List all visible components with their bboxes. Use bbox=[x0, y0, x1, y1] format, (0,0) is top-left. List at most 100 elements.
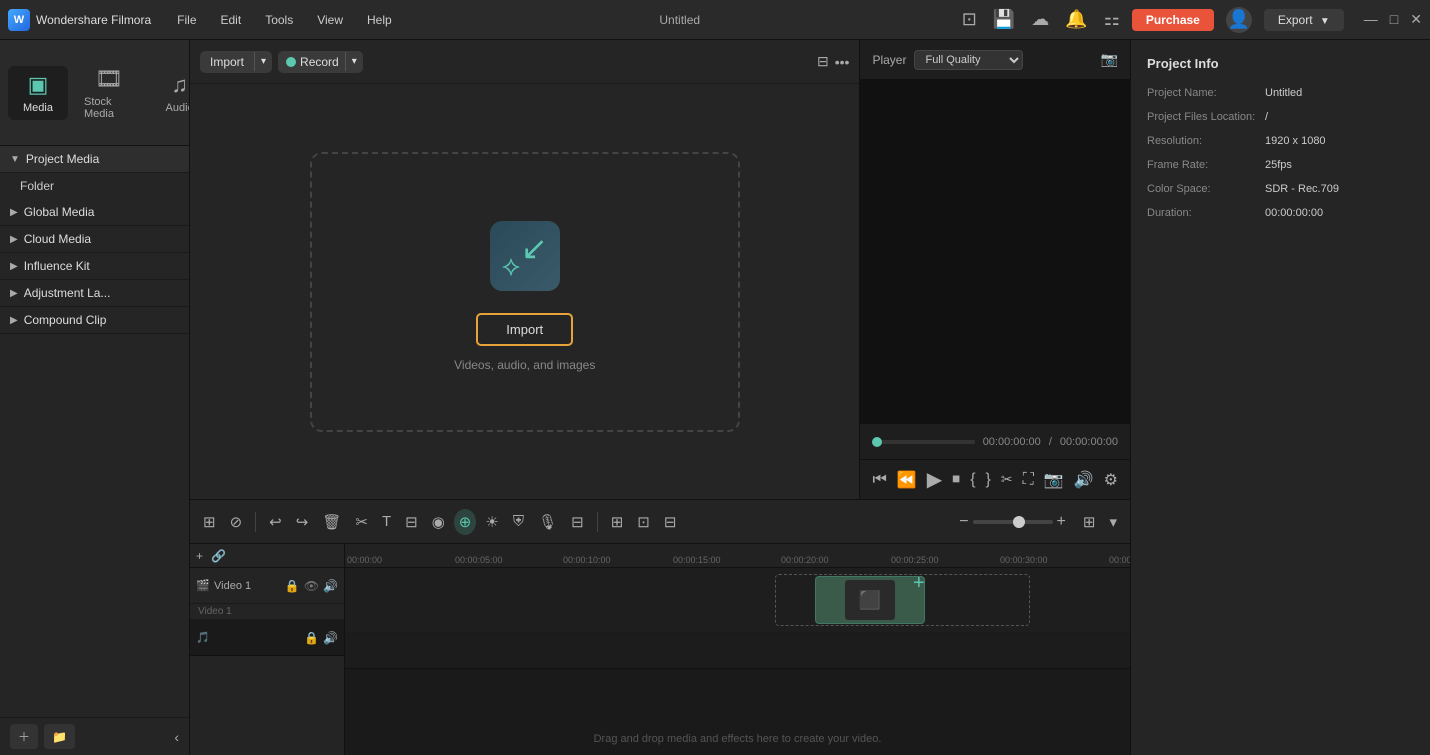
filter-icon[interactable]: ⊟ bbox=[817, 53, 829, 70]
audio-tab-icon: ♫ bbox=[171, 72, 188, 98]
camera-button[interactable]: 📷 bbox=[1044, 470, 1064, 490]
purchase-button[interactable]: Purchase bbox=[1132, 9, 1214, 31]
fullscreen-button[interactable]: ⛶ bbox=[1023, 471, 1034, 489]
sidebar-item-project-media[interactable]: ▼ Project Media bbox=[0, 146, 189, 173]
crop-button[interactable]: ⊟ bbox=[400, 509, 423, 535]
progress-handle[interactable] bbox=[872, 437, 882, 447]
maximize-button[interactable]: □ bbox=[1390, 11, 1398, 28]
video1-eye-icon[interactable]: 👁 bbox=[304, 579, 319, 593]
menu-edit[interactable]: Edit bbox=[211, 9, 252, 31]
volume-button[interactable]: 🔊 bbox=[1074, 470, 1094, 490]
timeline-toolbar: ⊞ ⊘ ↩ ↪ 🗑 ✂ T ⊟ ◉ ⊕ ☀ ⛨ 🎙 ⊟ ⊞ ⊡ ⊟ bbox=[190, 500, 1130, 544]
stop-button[interactable]: ⏹ bbox=[952, 471, 960, 489]
media-toolbar-right: ⊟ ••• bbox=[817, 53, 849, 70]
sidebar-item-global-media[interactable]: ▶ Global Media bbox=[0, 199, 189, 226]
time-separator: / bbox=[1049, 436, 1052, 448]
frame-rate-row: Frame Rate: 25fps bbox=[1147, 159, 1414, 171]
clip-button[interactable]: ✂ bbox=[1001, 471, 1013, 488]
sidebar-item-influence-kit[interactable]: ▶ Influence Kit bbox=[0, 253, 189, 280]
more-options-icon[interactable]: ••• bbox=[835, 54, 850, 70]
save-icon[interactable]: 💾 bbox=[993, 9, 1015, 30]
import-button[interactable]: Import bbox=[200, 51, 254, 73]
text-button[interactable]: T bbox=[377, 509, 396, 534]
mark-in-button[interactable]: { bbox=[970, 471, 975, 489]
color-space-value: SDR - Rec.709 bbox=[1265, 183, 1339, 195]
zoom-track[interactable] bbox=[973, 520, 1053, 524]
video1-mute-icon[interactable]: 🔊 bbox=[323, 579, 338, 593]
monitor-icon[interactable]: ⊡ bbox=[962, 9, 977, 30]
mark-out-button[interactable]: } bbox=[986, 471, 991, 489]
project-info-title: Project Info bbox=[1147, 56, 1414, 71]
video1-track-header: 🎬 Video 1 🔒 👁 🔊 bbox=[190, 568, 344, 604]
zoom-thumb[interactable] bbox=[1013, 516, 1025, 528]
grid-view-button[interactable]: ⊞ bbox=[1078, 509, 1101, 535]
redo-button[interactable]: ↪ bbox=[291, 509, 314, 535]
link-button[interactable]: 🔗 bbox=[211, 549, 226, 563]
cloud-upload-icon[interactable]: ☁ bbox=[1031, 9, 1049, 30]
progress-bar[interactable] bbox=[872, 440, 974, 444]
menu-file[interactable]: File bbox=[167, 9, 206, 31]
video1-lock-icon[interactable]: 🔒 bbox=[285, 579, 300, 593]
audio1-lock-icon[interactable]: 🔒 bbox=[304, 631, 319, 645]
record-dropdown-arrow[interactable]: ▾ bbox=[345, 52, 363, 71]
center-top-row: Import ▾ Record ▾ ⊟ ••• bbox=[190, 40, 1130, 500]
magnet-button[interactable]: ⊘ bbox=[225, 509, 248, 535]
undo-button[interactable]: ↩ bbox=[264, 509, 287, 535]
grid-icon[interactable]: ⚏ bbox=[1104, 9, 1120, 30]
video1-track-label: Video 1 bbox=[214, 580, 251, 592]
speed-button[interactable]: ☀ bbox=[480, 509, 503, 535]
sidebar-item-folder[interactable]: Folder bbox=[0, 173, 189, 199]
more-timeline-button[interactable]: ▾ bbox=[1104, 509, 1122, 535]
sidebar-item-adjustment-layer[interactable]: ▶ Adjustment La... bbox=[0, 280, 189, 307]
sidebar-item-cloud-media[interactable]: ▶ Cloud Media bbox=[0, 226, 189, 253]
settings-button[interactable]: ⚙ bbox=[1104, 470, 1118, 490]
add-media-button[interactable]: ＋ bbox=[10, 724, 38, 749]
mic-button[interactable]: 🎙 bbox=[533, 509, 562, 535]
skip-back-button[interactable]: ⏮ bbox=[872, 471, 886, 489]
menu-help[interactable]: Help bbox=[357, 9, 402, 31]
audio1-mute-icon[interactable]: 🔊 bbox=[323, 631, 338, 645]
menu-tools[interactable]: Tools bbox=[255, 9, 303, 31]
play-button[interactable]: ▶ bbox=[927, 467, 942, 492]
snapshot-icon[interactable]: 📷 bbox=[1101, 51, 1118, 68]
current-time: 00:00:00:00 bbox=[983, 436, 1041, 448]
split-button[interactable]: ⊟ bbox=[659, 509, 682, 535]
scene-detection-button[interactable]: ⊞ bbox=[198, 509, 221, 535]
media-toolbar: Import ▾ Record ▾ ⊟ ••• bbox=[190, 40, 859, 84]
pip-button[interactable]: ⊡ bbox=[632, 509, 655, 535]
shield-button[interactable]: ⛨ bbox=[508, 509, 529, 534]
collapse-panel-button[interactable]: ‹ bbox=[174, 724, 179, 749]
add-clip-button[interactable]: + bbox=[913, 572, 925, 595]
zoom-in-button[interactable]: + bbox=[1057, 513, 1066, 531]
video1-track-row: ⬛ + bbox=[345, 568, 1130, 633]
cut-button[interactable]: ✂ bbox=[350, 509, 373, 535]
color-button[interactable]: ◉ bbox=[427, 509, 450, 535]
record-button[interactable]: Record bbox=[300, 51, 345, 73]
left-panel: ▣ Media 🎞 Stock Media ♫ Audio T Titles ⇌ bbox=[0, 40, 190, 755]
tab-stock-media[interactable]: 🎞 Stock Media bbox=[74, 60, 144, 126]
sidebar-item-compound-clip[interactable]: ▶ Compound Clip bbox=[0, 307, 189, 334]
menu-view[interactable]: View bbox=[307, 9, 353, 31]
ai-button[interactable]: ⊕ bbox=[454, 509, 477, 535]
quality-select[interactable]: Full Quality Half Quality Quarter Qualit… bbox=[914, 50, 1023, 70]
frame-rate-value: 25fps bbox=[1265, 159, 1292, 171]
duration-value: 00:00:00:00 bbox=[1265, 207, 1323, 219]
multicam-button[interactable]: ⊞ bbox=[606, 509, 629, 535]
folder-button[interactable]: 📁 bbox=[44, 724, 75, 749]
delete-button[interactable]: 🗑 bbox=[317, 509, 346, 535]
caption-button[interactable]: ⊟ bbox=[566, 509, 589, 535]
tab-audio[interactable]: ♫ Audio bbox=[150, 66, 189, 120]
notification-icon[interactable]: 🔔 bbox=[1065, 9, 1087, 30]
step-back-button[interactable]: ⏪ bbox=[897, 470, 917, 490]
minimize-button[interactable]: — bbox=[1364, 11, 1378, 28]
export-button[interactable]: Export ▼ bbox=[1264, 9, 1344, 31]
project-files-label: Project Files Location: bbox=[1147, 111, 1257, 123]
drop-zone-import-button[interactable]: Import bbox=[476, 313, 573, 346]
zoom-out-button[interactable]: − bbox=[959, 513, 968, 531]
title-controls: ⊡ 💾 ☁ 🔔 ⚏ Purchase 👤 Export ▼ — □ ✕ bbox=[958, 7, 1422, 33]
add-track-button[interactable]: + bbox=[196, 549, 203, 563]
import-dropdown-arrow[interactable]: ▾ bbox=[254, 52, 272, 71]
user-avatar[interactable]: 👤 bbox=[1226, 7, 1252, 33]
close-button[interactable]: ✕ bbox=[1410, 11, 1422, 28]
tab-media[interactable]: ▣ Media bbox=[8, 66, 68, 120]
